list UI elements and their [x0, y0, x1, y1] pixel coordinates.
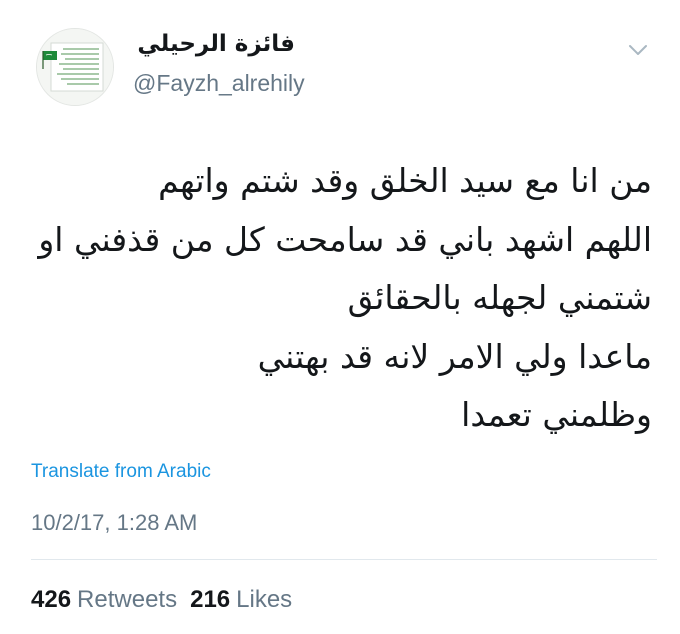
display-name[interactable]: فائزة الرحيلي [135, 28, 295, 60]
tweet-card: فائزة الرحيلي @Fayzh_alrehily من انا مع … [0, 0, 680, 634]
user-handle[interactable]: @Fayzh_alrehily [133, 68, 305, 98]
translate-link[interactable]: Translate from Arabic [31, 459, 211, 485]
tweet-text-line: اللهم اشهد باني قد سامحت كل من قذفني او [38, 219, 652, 259]
retweets-stat[interactable]: 426 Retweets [31, 584, 177, 616]
divider [31, 559, 657, 560]
avatar[interactable] [36, 28, 114, 106]
chevron-down-icon[interactable] [626, 40, 650, 60]
tweet-text-line: من انا مع سيد الخلق وقد شتم واتهم [158, 161, 652, 200]
likes-label: Likes [236, 586, 293, 613]
tweet-text-line: شتمني لجهله بالحقائق [347, 278, 652, 317]
chevron-down-icon-glyph [629, 45, 647, 55]
likes-count: 216 [190, 586, 231, 613]
tweet-stats: 426 Retweets 216 Likes [31, 584, 292, 616]
retweets-count: 426 [31, 586, 72, 613]
likes-stat[interactable]: 216 Likes [190, 584, 292, 616]
tweet-text: من انا مع سيد الخلق وقد شتم واتهم اللهم … [38, 152, 652, 445]
retweets-label: Retweets [77, 586, 178, 613]
tweet-text-line: وظلمني تعمدا [461, 395, 652, 434]
tweet-timestamp[interactable]: 10/2/17, 1:28 AM [31, 508, 197, 538]
avatar-image [37, 29, 113, 105]
tweet-text-line: ماعدا ولي الامر لانه قد بهتني [257, 336, 652, 376]
